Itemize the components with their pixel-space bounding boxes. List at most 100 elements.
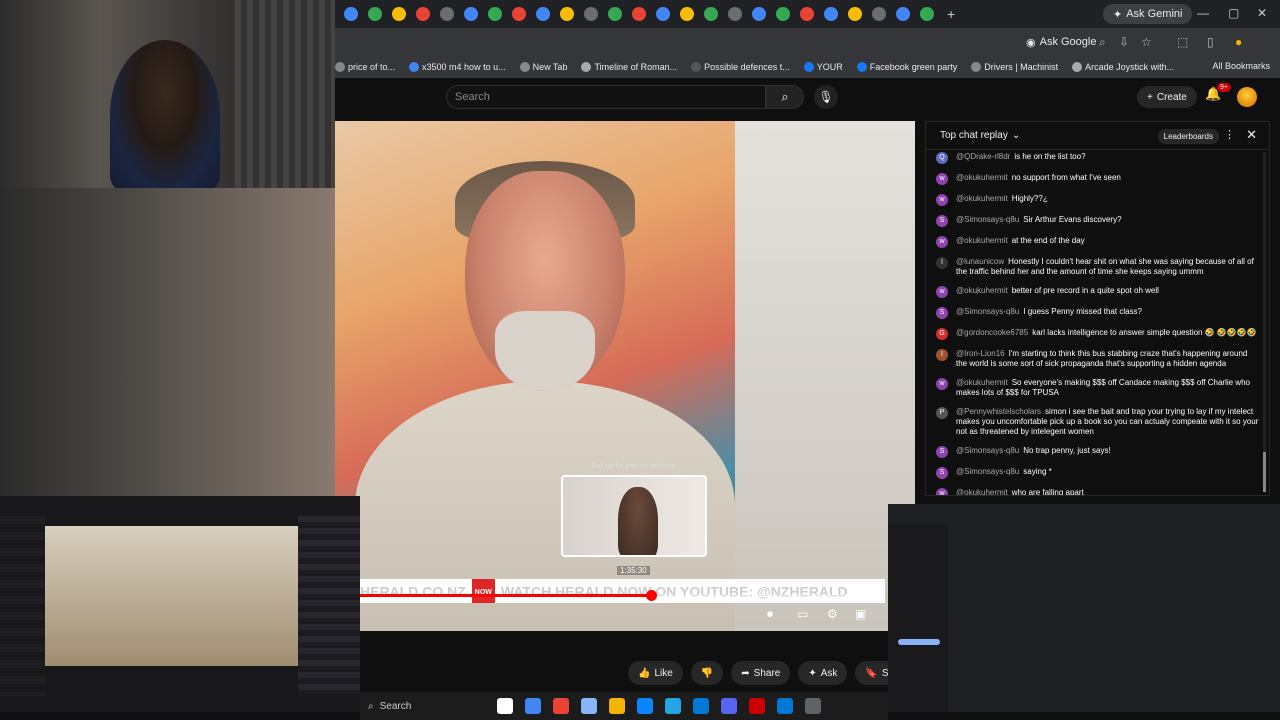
taskbar-app-icon[interactable] [497,698,514,714]
taskbar-search[interactable]: ⌕ Search [368,701,411,712]
ask-gemini-button[interactable]: ✦ Ask Gemini [1103,4,1193,24]
tab-favicon-icon[interactable] [800,7,814,21]
tab-favicon-icon[interactable] [536,7,550,21]
search-input[interactable]: Search [446,85,766,109]
tab-favicon-icon[interactable] [920,7,934,21]
tab-favicon-icon[interactable] [512,7,526,21]
chat-username[interactable]: @gordoncooke6785 [956,328,1028,337]
voice-search-button[interactable]: 🎙 [814,85,838,109]
tab-favicon-icon[interactable] [608,7,622,21]
minimize-icon[interactable]: — [1197,6,1209,20]
chat-username[interactable]: @Simonsays-q8u [956,307,1019,316]
profile-icon[interactable]: ● [1235,35,1242,49]
chat-username[interactable]: @okukuhermit [956,286,1008,295]
tab-favicon-icon[interactable] [728,7,742,21]
bookmark-item[interactable]: New Tab [519,62,567,72]
tab-favicon-icon[interactable] [752,7,766,21]
maximize-icon[interactable]: ▢ [1228,6,1239,20]
tab-favicon-icon[interactable] [584,7,598,21]
tab-favicon-icon[interactable] [872,7,886,21]
tab-favicon-icon[interactable] [680,7,694,21]
video-player[interactable]: HERALD.CO.NZ NOW WATCH HERALD NOW ON YOUTU… [335,121,915,631]
chat-username[interactable]: @QDrake-rl8dr [956,152,1010,161]
tab-favicon-icon[interactable] [416,7,430,21]
chat-username[interactable]: @Simonsays-q8u [956,446,1019,455]
tab-favicon-icon[interactable] [656,7,670,21]
taskbar-app-icon[interactable] [721,698,738,714]
tab-favicon-icon[interactable] [344,7,358,21]
tab-favicon-icon[interactable] [440,7,454,21]
webcam-person [110,40,220,188]
tab-favicon-icon[interactable] [560,7,574,21]
taskbar-app-icon[interactable] [581,698,598,714]
ask-google-button[interactable]: ◉ Ask Google [1020,33,1102,51]
close-window-icon[interactable]: ✕ [1257,6,1267,20]
taskbar-app-icon[interactable] [749,698,766,714]
tab-favicon-icon[interactable] [488,7,502,21]
share-button[interactable]: ➦ Share [731,661,791,685]
progress-bar[interactable] [360,594,885,597]
ask-button[interactable]: ✦ Ask [798,661,848,685]
tab-favicon-icon[interactable] [848,7,862,21]
chat-username[interactable]: @okukuhermit [956,194,1008,203]
bookmark-item[interactable]: Arcade Joystick with... [1072,62,1174,72]
bookmark-item[interactable]: Timeline of Roman... [581,62,677,72]
chat-mode-dropdown[interactable]: Top chat replay [940,130,1008,141]
tab-favicon-icon[interactable] [704,7,718,21]
install-icon[interactable]: ⇩ [1119,35,1129,49]
chevron-down-icon[interactable]: ⌄ [1012,130,1020,141]
tab-favicon-icon[interactable] [368,7,382,21]
captions-icon[interactable]: ▭ [797,607,808,621]
bookmark-item[interactable]: price of to... [335,62,395,72]
leaderboards-button[interactable]: Leaderboards [1157,129,1219,144]
all-bookmarks-button[interactable]: All Bookmarks [1212,61,1270,71]
chat-scrollbar-thumb[interactable] [1263,452,1266,492]
like-button[interactable]: 👍 Like [628,661,683,685]
chat-username[interactable]: @okukuhermit [956,236,1008,245]
sidepanel-icon[interactable]: ▯ [1207,35,1214,49]
create-button[interactable]: + Create [1137,86,1197,108]
close-icon[interactable]: ✕ [1246,127,1257,143]
taskbar-app-icon[interactable] [665,698,682,714]
chat-username[interactable]: @Iron-Lion16 [956,349,1005,358]
share-label: Share [753,667,781,679]
extensions-icon[interactable]: ⬚ [1177,35,1188,49]
chat-username[interactable]: @okukuhermit [956,488,1008,495]
taskbar-app-icon[interactable] [693,698,710,714]
zoom-icon[interactable]: ⌕ [1099,35,1106,50]
search-button[interactable]: ⌕ [766,85,804,109]
chat-username[interactable]: @lunaunicow [956,257,1004,266]
taskbar-app-icon[interactable] [777,698,794,714]
new-tab-button[interactable]: + [947,6,955,22]
chat-username[interactable]: @Pennywhistelscholars [956,407,1041,416]
chat-username[interactable]: @okukuhermit [956,378,1008,387]
taskbar-app-icon[interactable] [553,698,570,714]
bookmark-item[interactable]: Possible defences t... [691,62,790,72]
taskbar-app-icon[interactable] [609,698,626,714]
chat-username[interactable]: @Simonsays-q8u [956,215,1019,224]
miniplayer-icon[interactable]: ▣ [855,607,866,621]
dislike-button[interactable]: 👎 [690,661,724,685]
bookmark-star-icon[interactable]: ☆ [1141,35,1152,49]
bookmark-item[interactable]: Facebook green party [856,62,957,72]
tab-favicon-icon[interactable] [776,7,790,21]
settings-gear-icon[interactable]: ⚙ [827,607,838,621]
tab-favicon-icon[interactable] [896,7,910,21]
chat-username[interactable]: @okukuhermit [956,173,1008,182]
more-options-icon[interactable]: ⋮ [1224,128,1235,141]
tab-favicon-icon[interactable] [632,7,646,21]
avatar[interactable] [1237,87,1257,107]
bookmark-item[interactable]: x3500 m4 how to u... [409,62,506,72]
tab-favicon-icon[interactable] [824,7,838,21]
chat-scrollbar[interactable] [1263,152,1266,492]
chat-username[interactable]: @Simonsays-q8u [956,467,1019,476]
taskbar-app-icon[interactable] [637,698,654,714]
autoplay-toggle[interactable]: ⏺ [767,607,773,622]
progress-scrubber[interactable] [646,590,657,601]
bookmark-item[interactable]: YOUR [803,62,843,72]
bookmark-item[interactable]: Drivers | Machinist [971,62,1058,72]
tab-favicon-icon[interactable] [464,7,478,21]
taskbar-app-icon[interactable] [525,698,542,714]
taskbar-app-icon[interactable] [805,698,822,714]
tab-favicon-icon[interactable] [392,7,406,21]
